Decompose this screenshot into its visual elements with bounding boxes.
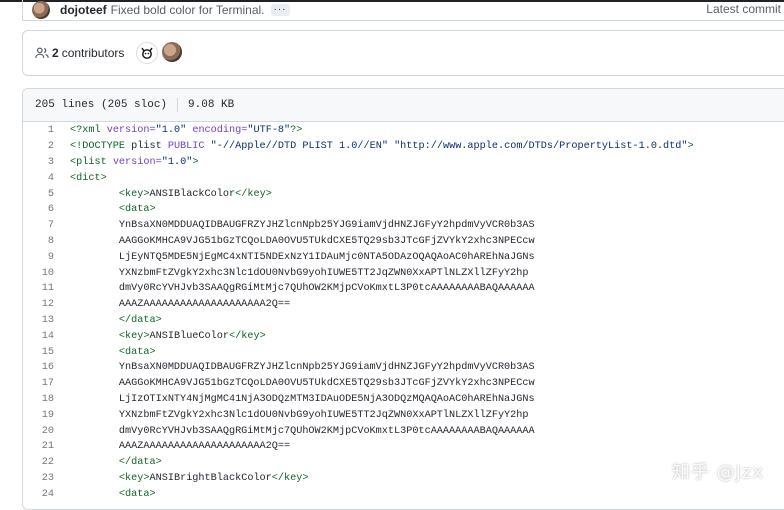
code-line: 5 <key>ANSIBlackColor</key>	[23, 186, 784, 202]
line-content: YXNzbmFtZVgkY2xhc3Nlc1dOU0NvbG9yohIUWE5T…	[70, 267, 529, 279]
line-content: dmVy0RcYVHJvb3SAAQgRGiMtMjc7QUhOW2KMjpCV…	[70, 425, 535, 437]
code-line: 3 <plist version="1.0">	[23, 155, 784, 171]
line-number[interactable]: 21	[23, 441, 54, 452]
contributor-avatar[interactable]	[162, 42, 183, 62]
code-line: 21 AAAZAAAAAAAAAAAAAAAAAAAA2Q==	[23, 439, 784, 455]
line-content: AAAZAAAAAAAAAAAAAAAAAAAA2Q==	[70, 441, 291, 453]
line-number[interactable]: 24	[23, 489, 54, 500]
code-line: 6 <data>	[23, 202, 784, 218]
line-number[interactable]: 8	[23, 236, 54, 247]
line-content: LjIzOTIxNTY4NjMgMC41NjA3ODQzMTM3IDAuODE5…	[70, 393, 535, 405]
line-number[interactable]: 6	[23, 204, 54, 215]
contributor-avatars	[136, 42, 183, 64]
line-content: AAGGoKMHCA9VJG51bGzTCQoLDA0OVU5TUkdCXE5T…	[70, 378, 535, 390]
line-content: <data>	[118, 488, 156, 500]
code-line: 17 AAGGoKMHCA9VJG51bGzTCQoLDA0OVU5TUkdCX…	[23, 376, 784, 392]
code-line: 11 dmVy0RcYVHJvb3SAAQgRGiMtMjc7QUhOW2KMj…	[23, 281, 784, 297]
line-content: <key>ANSIBlueColor</key>	[118, 330, 266, 342]
line-number[interactable]: 18	[23, 394, 54, 405]
line-number[interactable]: 22	[23, 457, 54, 468]
line-content: <dict>	[70, 172, 107, 184]
line-number[interactable]: 16	[23, 362, 54, 373]
line-content: dmVy0RcYVHJvb3SAAQgRGiMtMjc7QUhOW2KMjpCV…	[70, 283, 535, 295]
code-line: 16 YnBsaXN0MDDUAQIDBAUGFRZYJHZlcnNpb25YJ…	[23, 360, 784, 376]
line-number[interactable]: 3	[23, 157, 54, 168]
code-line: 7 YnBsaXN0MDDUAQIDBAUGFRZYJHZlcnNpb25YJG…	[23, 218, 784, 234]
commit-author-link[interactable]: dojoteef	[60, 3, 107, 17]
watermark: 知乎 @Jzx	[671, 462, 764, 483]
expand-commit-button[interactable]: ···	[270, 4, 290, 16]
line-content: LjEyNTQ5MDE5NjEgMC4xNTI5NDExNzY1IDAuMjc0…	[70, 251, 535, 263]
line-content: <key>ANSIBrightBlackColor</key>	[118, 472, 309, 484]
line-content: AAGGoKMHCA9VJG51bGzTCQoLDA0OVU5TUkdCXE5T…	[70, 235, 535, 247]
code-line: 12 AAAZAAAAAAAAAAAAAAAAAAAA2Q==	[23, 297, 784, 313]
line-number[interactable]: 23	[23, 473, 54, 484]
line-number[interactable]: 1	[23, 125, 54, 136]
file-viewer: 205 lines (205 sloc) 9.08 KB 1 <?xml vers…	[22, 88, 784, 510]
line-content: YXNzbmFtZVgkY2xhc3Nlc1dOU0NvbG9yohIUWE5T…	[70, 409, 529, 421]
code-line: 23 <key>ANSIBrightBlackColor</key>	[23, 471, 784, 487]
line-number[interactable]: 5	[23, 189, 54, 200]
line-content: <!DOCTYPE plist PUBLIC "-//Apple//DTD PL…	[70, 141, 694, 153]
code-listing: 1 <?xml version="1.0" encoding="UTF-8"?> 2…	[23, 123, 784, 502]
code-line: 14 <key>ANSIBlueColor</key>	[23, 328, 784, 344]
line-content: AAAZAAAAAAAAAAAAAAAAAAAA2Q==	[70, 299, 291, 311]
line-content: <data>	[118, 204, 156, 216]
code-line: 2 <!DOCTYPE plist PUBLIC "-//Apple//DTD P…	[23, 139, 784, 155]
line-number[interactable]: 17	[23, 378, 54, 389]
line-number[interactable]: 19	[23, 410, 54, 421]
code-line: 1 <?xml version="1.0" encoding="UTF-8"?>	[23, 123, 784, 139]
cat-icon	[141, 47, 153, 59]
commit-message-link[interactable]: Fixed bold color for Terminal.	[111, 3, 265, 17]
code-line: 9 LjEyNTQ5MDE5NjEgMC4xNTI5NDExNzY1IDAuMj…	[23, 249, 784, 265]
code-line: 19 YXNzbmFtZVgkY2xhc3Nlc1dOU0NvbG9yohIUW…	[23, 407, 784, 423]
line-content: <plist version="1.0">	[70, 156, 199, 168]
line-number[interactable]: 10	[23, 268, 54, 279]
line-number[interactable]: 4	[23, 173, 54, 184]
header-divider	[177, 98, 179, 112]
line-content: </data>	[118, 314, 162, 326]
contributors-count[interactable]: 2	[52, 46, 59, 60]
contributor-avatar[interactable]	[136, 42, 159, 64]
author-avatar[interactable]	[32, 1, 50, 19]
line-number[interactable]: 7	[23, 220, 54, 231]
line-content: YnBsaXN0MDDUAQIDBAUGFRZYJHZlcnNpb25YJG9i…	[70, 220, 535, 232]
code-line: 15 <data>	[23, 344, 784, 360]
code-line: 4 <dict>	[23, 170, 784, 186]
people-icon	[35, 47, 49, 58]
code-line: 22 </data>	[23, 455, 784, 471]
line-content: <?xml version="1.0" encoding="UTF-8"?>	[70, 125, 303, 137]
code-line: 20 dmVy0RcYVHJvb3SAAQgRGiMtMjc7QUhOW2KMj…	[23, 423, 784, 439]
line-number[interactable]: 9	[23, 252, 54, 263]
file-header: 205 lines (205 sloc) 9.08 KB	[23, 89, 784, 122]
code-line: 10 YXNzbmFtZVgkY2xhc3Nlc1dOU0NvbG9yohIUW…	[23, 265, 784, 281]
line-number[interactable]: 2	[23, 141, 54, 152]
line-content: </data>	[118, 457, 162, 469]
file-size: 9.08 KB	[188, 99, 235, 111]
line-number[interactable]: 11	[23, 283, 54, 294]
line-number[interactable]: 13	[23, 315, 54, 326]
code-line: 18 LjIzOTIxNTY4NjMgMC41NjA3ODQzMTM3IDAuO…	[23, 392, 784, 408]
line-content: YnBsaXN0MDDUAQIDBAUGFRZYJHZlcnNpb25YJG9i…	[70, 362, 535, 374]
line-content: <data>	[118, 346, 156, 358]
contributors-label[interactable]: contributors	[62, 46, 125, 60]
code-line: 13 </data>	[23, 313, 784, 329]
code-line: 8 AAGGoKMHCA9VJG51bGzTCQoLDA0OVU5TUkdCXE…	[23, 234, 784, 250]
line-number[interactable]: 12	[23, 299, 54, 310]
contributors-box: 2 contributors	[22, 30, 784, 76]
line-number[interactable]: 15	[23, 347, 54, 358]
line-number[interactable]: 20	[23, 426, 54, 437]
line-content: <key>ANSIBlackColor</key>	[118, 188, 272, 200]
file-line-count: 205 lines (205 sloc)	[35, 99, 168, 111]
commit-bar: dojoteef Fixed bold color for Terminal. …	[22, 0, 784, 21]
latest-commit-label: Latest commit	[706, 2, 781, 16]
line-number[interactable]: 14	[23, 331, 54, 342]
